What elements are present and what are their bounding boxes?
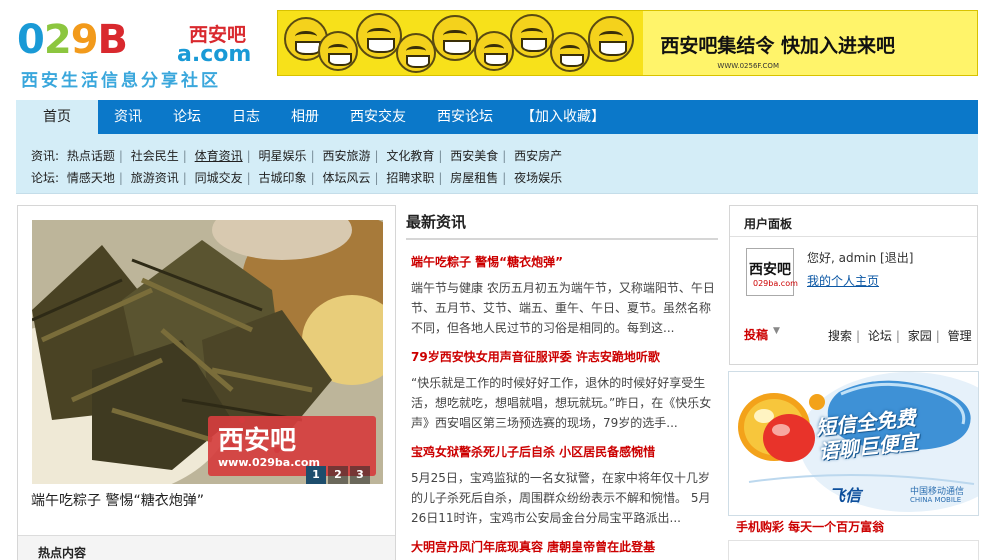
smiley-face-icon — [474, 31, 514, 71]
subnav-link[interactable]: 旅游资讯 — [131, 171, 179, 185]
banner-slogan: 西安吧集结令 快加入进来吧 — [660, 35, 895, 57]
smiley-face-icon — [318, 31, 358, 71]
smiley-face-icon — [432, 15, 478, 61]
smiley-face-icon — [396, 33, 436, 73]
subnav-link[interactable]: 招聘求职 — [386, 171, 434, 185]
nav-forum[interactable]: 论坛 — [158, 100, 216, 134]
news-article-summary: 端午节与健康 农历五月初五为端午节，又称端阳节、午日节、五月节、艾节、端五、重午… — [411, 281, 715, 335]
nav-blog[interactable]: 日志 — [216, 100, 276, 134]
subnav-link[interactable]: 明星娱乐 — [259, 149, 307, 163]
post-button[interactable]: 投稿 — [744, 326, 768, 343]
nav-home[interactable]: 首页 — [16, 100, 98, 134]
news-article-title[interactable]: 大明宫丹凤门年底现真容 唐朝皇帝曾在此登基 — [411, 540, 655, 554]
news-article-summary: 5月25日，宝鸡监狱的一名女狱警，在家中将年仅十几岁的儿子杀死后自杀，周围群众纷… — [411, 471, 711, 525]
user-greeting[interactable]: 您好, admin [退出] — [807, 249, 913, 266]
china-mobile-en: CHINA MOBILE — [910, 496, 962, 504]
slide-page-2[interactable]: 2 — [328, 466, 348, 484]
subnav-link[interactable]: 夜场娱乐 — [514, 171, 562, 185]
ad-brand: 飞信 — [829, 486, 862, 505]
news-article: 79岁西安快女用声音征服评委 许志安跪地听歌 “快乐就是工作的时候好好工作，退休… — [411, 348, 717, 433]
sub-nav: 资讯: 热点话题 | 社会民生 | 体育资讯 | 明星娱乐 | 西安旅游 | 文化教育 | … — [16, 134, 978, 194]
subnav-link[interactable]: 古城印象 — [259, 171, 307, 185]
avatar-url: 029ba.com — [753, 279, 798, 288]
hot-content-box: 热点内容 — [18, 535, 395, 560]
logo-domain: a.com — [177, 42, 252, 67]
smiley-face-icon — [588, 16, 634, 62]
quick-link-search[interactable]: 搜索 — [828, 329, 852, 343]
banner-url: WWW.0256F.COM — [717, 62, 779, 70]
avatar[interactable]: 西安吧 029ba.com — [746, 248, 798, 296]
my-homepage-link[interactable]: 我的个人主页 — [807, 272, 879, 289]
user-panel-title: 用户面板 — [744, 217, 793, 231]
news-article: 端午吃粽子 警惕“糖衣炮弹” 端午节与健康 农历五月初五为端午节，又称端阳节、午… — [411, 253, 717, 338]
top-banner-ad[interactable]: 西安吧集结令 快加入进来吧 WWW.0256F.COM — [277, 10, 978, 76]
news-article-title[interactable]: 端午吃粽子 警惕“糖衣炮弹” — [411, 255, 563, 269]
quick-link-admin[interactable]: 管理 — [948, 329, 972, 343]
subnav-link[interactable]: 社会民生 — [131, 149, 179, 163]
news-article-title[interactable]: 79岁西安快女用声音征服评委 许志安跪地听歌 — [411, 350, 660, 364]
subnav-link[interactable]: 情感天地 — [67, 171, 115, 185]
nav-news[interactable]: 资讯 — [98, 100, 158, 134]
lottery-promo-link[interactable]: 手机购彩 每天一个百万富翁 — [736, 518, 884, 535]
logo-wordmark: 029B — [17, 17, 128, 63]
nav-album[interactable]: 相册 — [276, 100, 334, 134]
subnav-link[interactable]: 同城交友 — [195, 171, 243, 185]
subnav-link[interactable]: 体坛风云 — [322, 171, 370, 185]
news-article-title[interactable]: 宝鸡女狱警杀死儿子后自杀 小区居民备感惋惜 — [411, 445, 655, 459]
nav-bookmark[interactable]: 【加入收藏】 — [508, 100, 618, 134]
nav-xian-forum[interactable]: 西安论坛 — [422, 100, 508, 134]
subnav-link[interactable]: 西安旅游 — [322, 149, 370, 163]
news-article: 大明宫丹凤门年底现真容 唐朝皇帝曾在此登基 — [411, 538, 717, 555]
divider — [406, 238, 718, 240]
subnav-news-row: 资讯: 热点话题 | 社会民生 | 体育资讯 | 明星娱乐 | 西安旅游 | 文化教育 | … — [31, 149, 563, 163]
smiley-face-icon — [510, 14, 554, 58]
nav-dating[interactable]: 西安交友 — [334, 100, 422, 134]
slide-caption[interactable]: 端午吃粽子 警惕“糖衣炮弹” — [31, 490, 204, 510]
avatar-text: 西安吧 — [749, 262, 791, 278]
subnav-link[interactable]: 房屋租售 — [450, 171, 498, 185]
latest-news: 最新资讯 端午吃粽子 警惕“糖衣炮弹” 端午节与健康 农历五月初五为端午节，又称… — [406, 205, 719, 560]
user-panel: 用户面板 西安吧 029ba.com 您好, admin [退出] 我的个人主页… — [729, 205, 978, 365]
subnav-forum-row: 论坛: 情感天地 | 旅游资讯 | 同城交友 | 古城印象 | 体坛风云 | 招聘求职 | … — [31, 171, 563, 185]
slideshow-image[interactable]: 西安吧 www.029ba.com 1 2 3 4 — [32, 220, 383, 484]
featured-box: 西安吧 www.029ba.com 1 2 3 4 端午吃粽子 警惕“糖衣炮弹”… — [17, 205, 396, 560]
subnav-link[interactable]: 热点话题 — [67, 149, 115, 163]
divider — [730, 236, 977, 237]
subnav-forum-label: 论坛: — [31, 171, 60, 185]
news-heading: 最新资讯 — [406, 213, 467, 231]
site-logo[interactable]: 029B 西安吧 a.com 西安生活信息分享社区 — [17, 17, 269, 91]
watermark-cn: 西安吧 — [218, 426, 297, 456]
slide-page-3[interactable]: 3 — [350, 466, 370, 484]
subnav-news-label: 资讯: — [31, 149, 60, 163]
quick-link-home[interactable]: 家园 — [908, 329, 932, 343]
slide-page-1[interactable]: 1 — [306, 466, 326, 484]
logo-tagline: 西安生活信息分享社区 — [21, 71, 221, 91]
news-article-summary: “快乐就是工作的时候好好工作，退休的时候好好享受生活，想吃就吃，想唱就唱，想玩就… — [411, 376, 712, 430]
smiley-face-icon — [550, 32, 590, 72]
chevron-down-icon[interactable]: ▼ — [773, 326, 780, 336]
quick-link-forum[interactable]: 论坛 — [868, 329, 892, 343]
subnav-link[interactable]: 体育资讯 — [195, 149, 243, 163]
subnav-link[interactable]: 文化教育 — [386, 149, 434, 163]
subnav-link[interactable]: 西安美食 — [450, 149, 498, 163]
main-nav: 首页 资讯 论坛 日志 相册 西安交友 西安论坛 【加入收藏】 — [16, 100, 978, 134]
subnav-link[interactable]: 西安房产 — [514, 149, 562, 163]
fetion-ad[interactable]: 短信全免费 语聊巨便宜 飞信 中国移动通信 CHINA MOBILE — [728, 371, 979, 516]
right-bottom-box — [728, 540, 979, 560]
quick-links: 搜索 | 论坛 | 家园 | 管理 — [828, 329, 972, 343]
news-article: 宝鸡女狱警杀死儿子后自杀 小区居民备感惋惜 5月25日，宝鸡监狱的一名女狱警，在… — [411, 443, 717, 528]
slideshow-pager: 1 2 3 4 — [304, 466, 383, 484]
hot-content-title: 热点内容 — [38, 546, 87, 560]
